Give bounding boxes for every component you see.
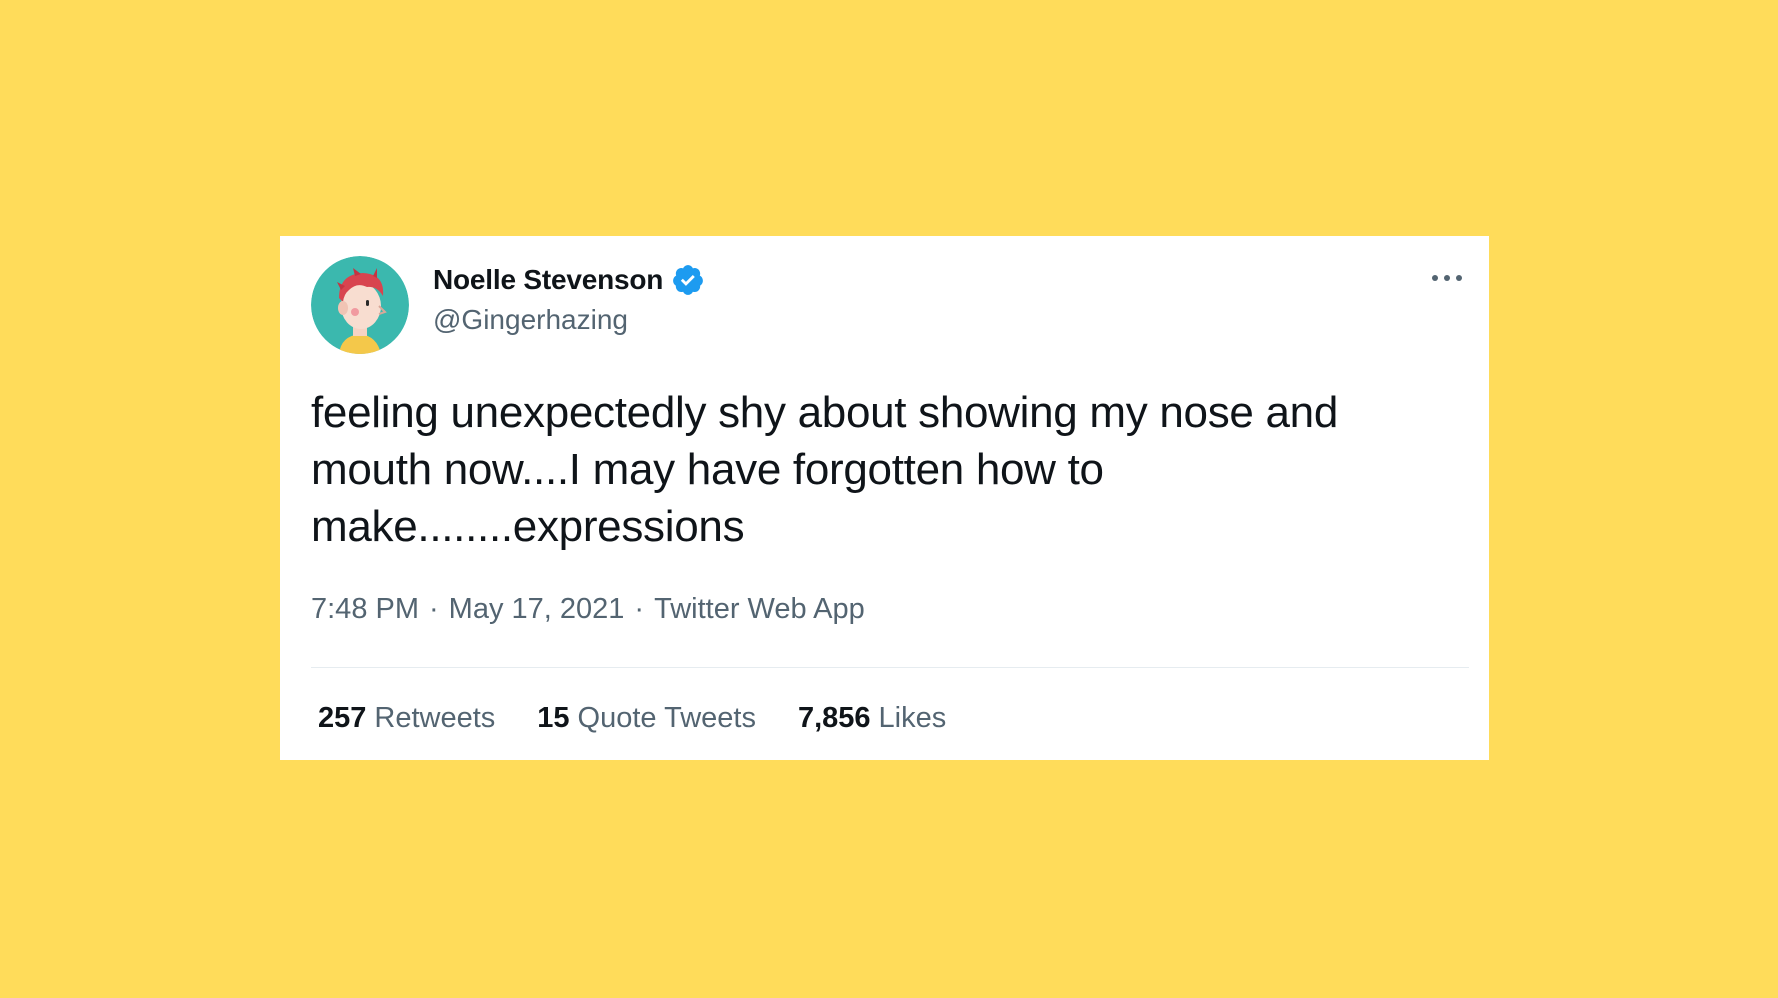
author-display-name[interactable]: Noelle Stevenson [433, 264, 663, 296]
author-name-row: Noelle Stevenson [433, 262, 705, 298]
avatar-illustration [311, 256, 409, 354]
likes-label: Likes [878, 702, 947, 734]
tweet-stats: 257 Retweets 15 Quote Tweets 7,856 Likes [318, 702, 988, 735]
more-options-button[interactable] [1427, 264, 1467, 292]
retweets-stat[interactable]: 257 Retweets [318, 702, 495, 735]
quote-tweets-stat[interactable]: 15 Quote Tweets [537, 702, 756, 735]
retweets-label: Retweets [374, 702, 496, 734]
tweet-card: Noelle Stevenson @Gingerhazing feeling u… [280, 236, 1489, 760]
quote-tweets-label: Quote Tweets [577, 702, 756, 734]
quote-tweets-count: 15 [537, 702, 570, 734]
tweet-source[interactable]: Twitter Web App [654, 593, 865, 626]
divider [311, 667, 1469, 668]
verified-badge-icon [671, 263, 705, 297]
meta-separator: · [634, 593, 645, 625]
tweet-meta: 7:48 PM · May 17, 2021 · Twitter Web App [311, 593, 865, 626]
tweet-time[interactable]: 7:48 PM [311, 593, 419, 626]
tweet-text: feeling unexpectedly shy about showing m… [311, 388, 1339, 551]
author-handle[interactable]: @Gingerhazing [433, 304, 628, 336]
tweet-date[interactable]: May 17, 2021 [449, 593, 625, 626]
more-options-icon [1432, 275, 1462, 281]
likes-count: 7,856 [797, 702, 871, 734]
avatar[interactable] [311, 256, 409, 354]
likes-stat[interactable]: 7,856 Likes [798, 702, 946, 735]
meta-separator: · [429, 593, 439, 625]
retweets-count: 257 [318, 702, 367, 734]
